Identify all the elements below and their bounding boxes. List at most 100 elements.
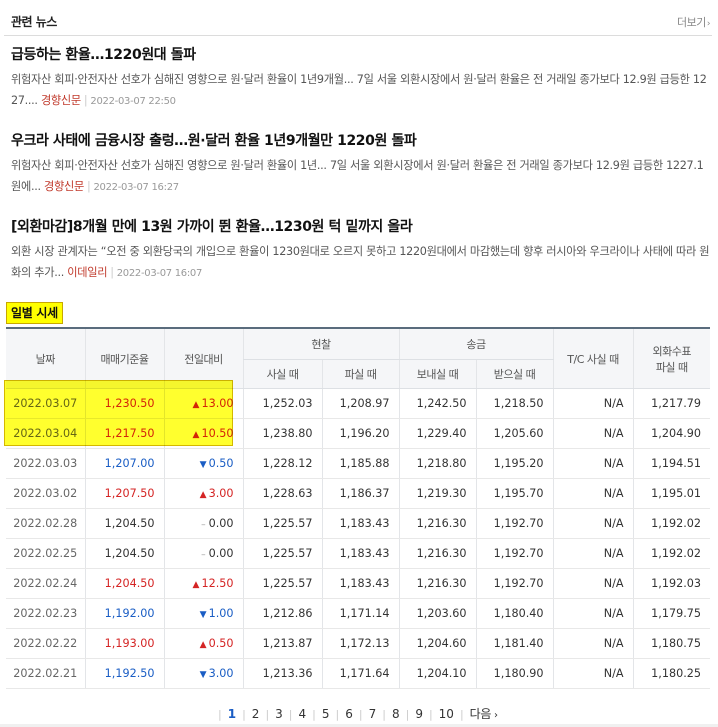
cell-base: 1,192.00 [84, 598, 164, 629]
cell-tc: N/A [552, 568, 633, 599]
cell-check: 1,179.75 [632, 598, 710, 629]
page-link-2[interactable]: 2 [252, 707, 260, 721]
arrow-down-icon: ▼ [199, 610, 207, 620]
more-news-label: 더보기 [677, 16, 706, 29]
col-date-header: 날짜 [6, 328, 85, 389]
cell-base: 1,204.50 [84, 508, 164, 539]
cell-change: ▲ 3.00 [163, 478, 243, 509]
divider: | [428, 708, 433, 721]
cell-send: 1,216.30 [398, 538, 476, 569]
cell-cash-sell: 1,186.37 [321, 478, 399, 509]
news-source[interactable]: 이데일리 [67, 266, 107, 279]
daily-rates-table: 날짜 매매기준율 전일대비 현찰 송금 T/C 사실 때 외화수표 파실 때 사실… [6, 327, 710, 689]
cell-receive: 1,180.40 [475, 598, 553, 629]
page-link-7[interactable]: 7 [369, 707, 377, 721]
page-link-8[interactable]: 8 [392, 707, 400, 721]
news-date: 2022-03-07 16:27 [93, 182, 180, 193]
page-link-1[interactable]: 1 [228, 707, 236, 721]
table-row: 2022.03.04 1,217.50 ▲ 10.50 1,238.80 1,196.20… [6, 418, 710, 449]
cell-tc: N/A [552, 478, 633, 509]
page-link-5[interactable]: 5 [322, 707, 330, 721]
cell-send: 1,204.10 [398, 658, 476, 689]
news-item: [외환마감]8개월 만에 13원 가까이 뛴 환율…1230원 턱 밑까지 올라… [11, 218, 711, 284]
cell-change: ▲ 0.50 [163, 628, 243, 659]
divider: | [265, 708, 270, 721]
no-change-icon: – [201, 550, 206, 560]
cell-check: 1,192.02 [632, 538, 710, 569]
cell-change: –0.00 [163, 508, 243, 539]
change-value: 3.00 [208, 487, 234, 500]
change-value: 0.00 [208, 517, 234, 530]
page-link-10[interactable]: 10 [439, 707, 454, 721]
divider: | [358, 708, 363, 721]
cell-base: 1,192.50 [84, 658, 164, 689]
news-headline[interactable]: 우크라 사태에 금융시장 출렁…원·달러 환율 1년9개월만 1220원 돌파 [11, 132, 711, 150]
change-value: 0.50 [208, 637, 234, 650]
cell-cash-buy: 1,252.03 [242, 388, 322, 419]
cell-date: 2022.03.04 [6, 418, 85, 449]
cell-cash-buy: 1,225.57 [242, 538, 322, 569]
cell-receive: 1,192.70 [475, 538, 553, 569]
cell-date: 2022.03.07 [6, 388, 85, 419]
cell-change: ▲ 13.00 [163, 388, 243, 419]
cell-tc: N/A [552, 418, 633, 449]
cell-receive: 1,192.70 [475, 568, 553, 599]
next-page-link[interactable]: 다음 › [470, 707, 498, 721]
divider: | [459, 708, 464, 721]
table-row: 2022.03.03 1,207.00 ▼ 0.50 1,228.12 1,185.88 1… [6, 448, 710, 479]
cell-check: 1,180.25 [632, 658, 710, 689]
page-link-4[interactable]: 4 [299, 707, 307, 721]
cell-date: 2022.02.21 [6, 658, 85, 689]
cell-base: 1,217.50 [84, 418, 164, 449]
col-transfer-group-header: 송금 [398, 328, 553, 360]
cell-receive: 1,181.40 [475, 628, 553, 659]
cell-send: 1,218.80 [398, 448, 476, 479]
cell-cash-buy: 1,238.80 [242, 418, 322, 449]
cell-cash-buy: 1,228.12 [242, 448, 322, 479]
cell-base: 1,204.50 [84, 538, 164, 569]
page-link-9[interactable]: 9 [415, 707, 423, 721]
change-value: 1.00 [208, 607, 234, 620]
news-divider [4, 35, 712, 36]
change-value: 13.00 [201, 397, 234, 410]
divider: | [87, 180, 91, 193]
news-headline[interactable]: [외환마감]8개월 만에 13원 가까이 뛴 환율…1230원 턱 밑까지 올라 [11, 218, 711, 236]
cell-cash-sell: 1,183.43 [321, 568, 399, 599]
page-link-6[interactable]: 6 [345, 707, 353, 721]
cell-cash-sell: 1,185.88 [321, 448, 399, 479]
page-link-3[interactable]: 3 [275, 707, 283, 721]
cell-cash-sell: 1,208.97 [321, 388, 399, 419]
cell-send: 1,229.40 [398, 418, 476, 449]
news-date: 2022-03-07 16:07 [116, 268, 203, 279]
table-row: 2022.02.23 1,192.00 ▼ 1.00 1,212.86 1,171.14 1… [6, 598, 710, 629]
divider: | [110, 266, 114, 279]
cell-change: ▲ 12.50 [163, 568, 243, 599]
cell-check: 1,192.02 [632, 508, 710, 539]
news-headline[interactable]: 급등하는 환율…1220원대 돌파 [11, 46, 711, 64]
cell-cash-sell: 1,183.43 [321, 538, 399, 569]
news-item: 급등하는 환율…1220원대 돌파 위험자산 회피·안전자산 선호가 심해진 영… [11, 46, 711, 112]
cell-base: 1,207.00 [84, 448, 164, 479]
change-value: 12.50 [201, 577, 234, 590]
cell-send: 1,203.60 [398, 598, 476, 629]
cell-base: 1,193.00 [84, 628, 164, 659]
cell-date: 2022.02.25 [6, 538, 85, 569]
more-news-link[interactable]: 더보기› [677, 14, 711, 30]
cell-cash-buy: 1,213.87 [242, 628, 322, 659]
col-check-header-line1: 외화수표 [652, 344, 692, 358]
news-source[interactable]: 경향신문 [44, 180, 84, 193]
change-value: 0.50 [208, 457, 234, 470]
table-row: 2022.03.02 1,207.50 ▲ 3.00 1,228.63 1,186.37 1… [6, 478, 710, 509]
col-cash-buy-header: 사실 때 [242, 359, 322, 389]
col-change-header: 전일대비 [163, 328, 243, 389]
cell-cash-buy: 1,212.86 [242, 598, 322, 629]
cell-check: 1,194.51 [632, 448, 710, 479]
cell-send: 1,219.30 [398, 478, 476, 509]
divider: | [405, 708, 410, 721]
chevron-right-icon: › [706, 19, 711, 29]
col-cash-sell-header: 파실 때 [321, 359, 399, 389]
col-receive-header: 받으실 때 [475, 359, 553, 389]
news-summary: 위험자산 회피·안전자산 선호가 심해진 영향으로 원·달러 환율이 1년...… [11, 155, 711, 198]
col-tc-header: T/C 사실 때 [552, 328, 633, 389]
news-source[interactable]: 경향신문 [41, 94, 81, 107]
